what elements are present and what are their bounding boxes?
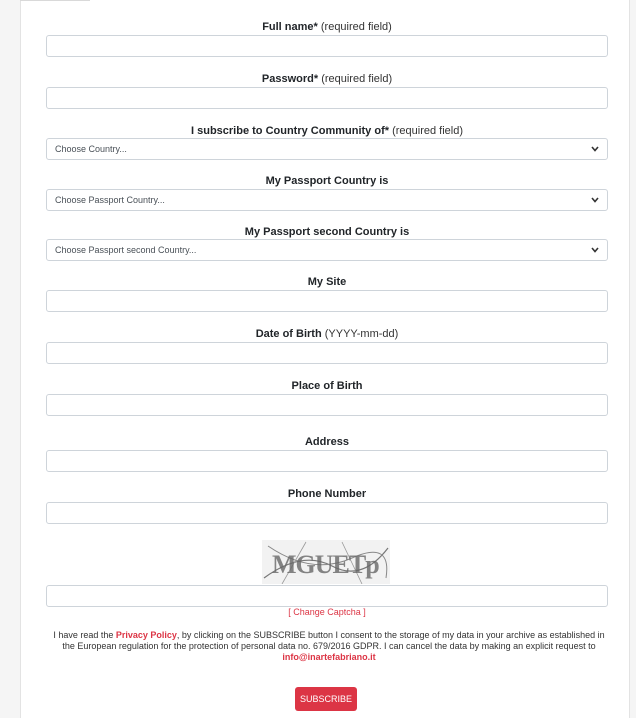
full-name-label: Full name* (required field) bbox=[262, 21, 392, 33]
captcha-input[interactable] bbox=[46, 585, 608, 607]
change-captcha-link[interactable]: [ Change Captcha ] bbox=[46, 607, 608, 618]
community-select[interactable]: Choose Country... bbox=[46, 138, 608, 160]
top-strip bbox=[20, 0, 90, 7]
address-label: Address bbox=[304, 436, 350, 448]
passport-select-value: Choose Passport Country... bbox=[55, 195, 165, 205]
contact-email-link[interactable]: info@inartefabriano.it bbox=[282, 652, 375, 662]
address-input[interactable] bbox=[46, 450, 608, 472]
pob-label: Place of Birth bbox=[291, 380, 363, 392]
passport-second-select-value: Choose Passport second Country... bbox=[55, 245, 197, 255]
password-label: Password* (required field) bbox=[261, 73, 393, 85]
site-label: My Site bbox=[307, 276, 347, 288]
passport-select[interactable]: Choose Passport Country... bbox=[46, 189, 608, 211]
consent-text: I have read the Privacy Policy, by click… bbox=[53, 630, 605, 662]
chevron-down-icon bbox=[591, 197, 599, 203]
captcha-image: MGUETp bbox=[262, 540, 390, 584]
full-name-input[interactable] bbox=[46, 35, 608, 57]
passport-label: My Passport Country is bbox=[265, 175, 389, 187]
passport-second-label: My Passport second Country is bbox=[244, 226, 410, 238]
chevron-down-icon bbox=[591, 146, 599, 152]
password-input[interactable] bbox=[46, 87, 608, 109]
community-label: I subscribe to Country Community of* (re… bbox=[191, 125, 463, 137]
passport-second-select[interactable]: Choose Passport second Country... bbox=[46, 239, 608, 261]
site-input[interactable] bbox=[46, 290, 608, 312]
phone-label: Phone Number bbox=[287, 488, 367, 500]
page-frame-right bbox=[629, 0, 636, 718]
community-select-value: Choose Country... bbox=[55, 144, 127, 154]
subscribe-button[interactable]: SUBSCRIBE bbox=[295, 687, 357, 711]
phone-input[interactable] bbox=[46, 502, 608, 524]
dob-label: Date of Birth (YYYY-mm-dd) bbox=[255, 328, 399, 340]
pob-input[interactable] bbox=[46, 394, 608, 416]
chevron-down-icon bbox=[591, 247, 599, 253]
dob-input[interactable] bbox=[46, 342, 608, 364]
privacy-policy-link[interactable]: Privacy Policy bbox=[116, 630, 177, 640]
page-frame-left bbox=[0, 0, 21, 718]
svg-text:MGUETp: MGUETp bbox=[272, 550, 379, 579]
